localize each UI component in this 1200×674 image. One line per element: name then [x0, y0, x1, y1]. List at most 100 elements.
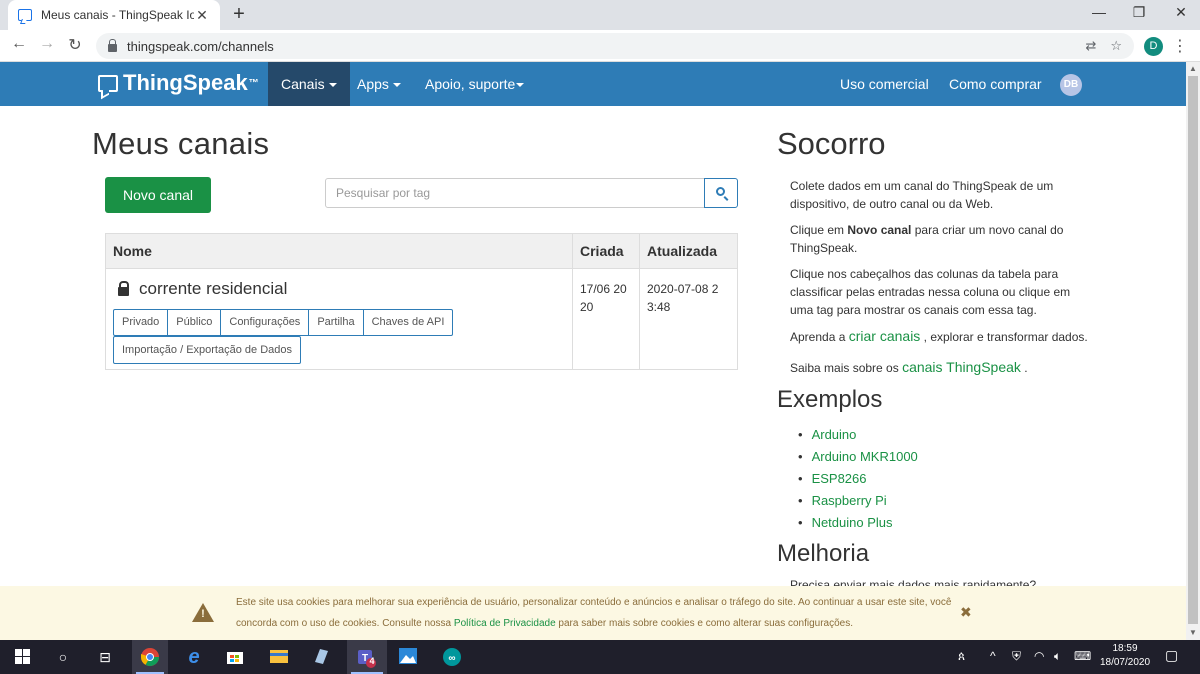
nav-canais[interactable]: Canais — [268, 62, 350, 106]
help-text-3: Clique nos cabeçalhos das colunas da tab… — [790, 267, 1071, 317]
close-window-icon[interactable]: ✕ — [1166, 4, 1196, 21]
action-publico[interactable]: Público — [168, 309, 222, 336]
brand-name: ThingSpeak — [123, 70, 248, 95]
action-configuracoes[interactable]: Configurações — [221, 309, 310, 336]
action-privado[interactable]: Privado — [113, 309, 169, 336]
chevron-up-icon[interactable]: ^ — [990, 649, 996, 663]
channel-name[interactable]: corrente residencial — [113, 279, 565, 299]
action-chaves-api[interactable]: Chaves de API — [363, 309, 454, 336]
chrome-taskbar-item[interactable] — [132, 640, 168, 674]
new-channel-button[interactable]: Novo canal — [105, 177, 211, 213]
channel-name-text: corrente residencial — [139, 279, 288, 298]
cookie-text: Este site usa cookies para melhorar sua … — [236, 592, 956, 634]
brand-logo[interactable]: ThingSpeak ™ — [98, 70, 259, 96]
notes-app-icon[interactable] — [311, 647, 331, 667]
action-import-export[interactable]: Importação / Exportação de Dados — [113, 336, 301, 364]
star-icon[interactable]: ☆ — [1110, 38, 1122, 54]
scroll-up-icon[interactable]: ▲ — [1189, 64, 1197, 73]
site-navbar: ThingSpeak ™ Canais Apps Apoio, suporte U… — [0, 62, 1186, 106]
example-esp8266[interactable]: ESP8266 — [798, 468, 918, 490]
page-scrollbar[interactable]: ▲ ▼ — [1186, 62, 1200, 640]
help-text-2: Clique em Novo canal para criar um novo … — [790, 221, 1090, 257]
cell-updated: 2020-07-08 2 3:48 — [647, 282, 719, 314]
nav-apoio-label: Apoio, suporte — [425, 76, 516, 92]
people-icon[interactable]: ጰ — [958, 649, 965, 664]
caret-down-icon — [392, 83, 401, 88]
example-arduino[interactable]: Arduino — [798, 424, 918, 446]
user-avatar[interactable]: DB — [1060, 74, 1082, 96]
wifi-icon[interactable]: ◠ — [1034, 649, 1044, 663]
windows-taskbar: ○ ⊟ e T 4 ∞ ጰ ^ ⛨ ◠ 🔈︎ ⌨ 18:59 18/07/202… — [0, 640, 1200, 674]
cookie-banner: ! Este site usa cookies para melhorar su… — [0, 586, 1186, 640]
clock-time: 18:59 — [1112, 643, 1138, 654]
nav-apps-label: Apps — [357, 76, 389, 92]
scroll-thumb[interactable] — [1188, 76, 1198, 624]
search-button[interactable] — [704, 178, 738, 208]
new-tab-button[interactable]: + — [228, 3, 250, 26]
privacy-policy-link[interactable]: Política de Privacidade — [454, 618, 556, 629]
address-bar[interactable]: thingspeak.com/channels ⇄ ☆ — [96, 33, 1134, 59]
teams-badge: 4 — [369, 656, 375, 666]
svg-text:∞: ∞ — [448, 653, 455, 664]
header-nome[interactable]: Nome — [106, 234, 573, 268]
minimize-icon[interactable]: — — [1084, 4, 1114, 20]
link-canais-thingspeak[interactable]: canais ThingSpeak — [902, 359, 1021, 375]
nav-apps[interactable]: Apps — [344, 62, 414, 106]
translate-icon[interactable]: ⇄ — [1085, 38, 1096, 54]
browser-toolbar: ← → ↻ thingspeak.com/channels ⇄ ☆ D ⋮ — [0, 30, 1200, 62]
search-input[interactable]: Pesquisar por tag — [325, 178, 705, 208]
edge-icon[interactable]: e — [184, 647, 204, 667]
lock-icon — [118, 280, 129, 296]
store-icon[interactable] — [225, 647, 245, 667]
profile-avatar[interactable]: D — [1144, 37, 1163, 56]
scroll-down-icon[interactable]: ▼ — [1189, 628, 1197, 637]
help-text-5: Saiba mais sobre os canais ThingSpeak . — [790, 358, 1090, 377]
cell-created: 17/06 20 20 — [573, 269, 640, 369]
windows-logo — [14, 649, 30, 664]
chat-bubble-icon — [98, 74, 118, 92]
notifications-icon[interactable]: ▢ — [1165, 647, 1178, 664]
file-explorer-icon[interactable] — [269, 647, 289, 667]
reload-icon[interactable]: ↻ — [64, 35, 86, 55]
improve-title: Melhoria — [777, 540, 870, 567]
table-header: Nome Criada Atualizada — [106, 234, 737, 269]
language-icon[interactable]: ⌨ — [1074, 649, 1091, 663]
example-raspberry-pi[interactable]: Raspberry Pi — [798, 490, 918, 512]
help-text-5-pre: Saiba mais sobre os — [790, 361, 903, 375]
photos-icon[interactable] — [398, 647, 418, 667]
shield-icon[interactable]: ⛨ — [1012, 649, 1021, 664]
help-text-1: Colete dados em um canal do ThingSpeak d… — [790, 179, 1054, 211]
lock-icon — [108, 39, 117, 52]
browser-tab-bar: Meus canais - ThingSpeak IoT ✕ + — ❐ ✕ — [0, 0, 1200, 30]
teams-taskbar-item[interactable]: T 4 — [347, 640, 387, 674]
system-clock[interactable]: 18:59 18/07/2020 — [1094, 642, 1156, 670]
nav-apoio[interactable]: Apoio, suporte — [412, 62, 537, 106]
back-icon[interactable]: ← — [8, 35, 30, 53]
nav-uso-comercial[interactable]: Uso comercial — [827, 62, 942, 106]
more-menu-icon[interactable]: ⋮ — [1172, 36, 1188, 56]
header-criada[interactable]: Criada — [573, 234, 640, 268]
header-atualizada[interactable]: Atualizada — [640, 234, 737, 268]
nav-como-comprar[interactable]: Como comprar — [936, 62, 1055, 106]
channels-table: Nome Criada Atualizada corrente residenc… — [105, 233, 738, 370]
forward-icon[interactable]: → — [36, 35, 58, 53]
brand-tm: ™ — [248, 77, 259, 89]
arduino-icon[interactable]: ∞ — [442, 647, 462, 667]
link-criar-canais[interactable]: criar canais — [849, 328, 921, 344]
search-circle-icon[interactable]: ○ — [53, 647, 73, 667]
task-view-icon[interactable]: ⊟ — [95, 647, 115, 667]
examples-title: Exemplos — [777, 386, 883, 413]
cell-name: corrente residencial Privado Público Con… — [106, 269, 573, 369]
cookie-close-icon[interactable]: ✖ — [960, 604, 972, 621]
url-text: thingspeak.com/channels — [127, 38, 274, 54]
example-arduino-mkr1000[interactable]: Arduino MKR1000 — [798, 446, 918, 468]
volume-icon[interactable]: 🔈︎ — [1054, 649, 1061, 664]
windows-start-icon[interactable] — [12, 647, 32, 667]
warning-mark: ! — [201, 608, 205, 620]
action-partilha[interactable]: Partilha — [309, 309, 364, 336]
browser-tab[interactable]: Meus canais - ThingSpeak IoT ✕ — [8, 0, 220, 30]
restore-icon[interactable]: ❐ — [1124, 4, 1154, 21]
table-row: corrente residencial Privado Público Con… — [106, 269, 737, 369]
example-netduino-plus[interactable]: Netduino Plus — [798, 512, 918, 534]
tab-close-icon[interactable]: ✕ — [194, 7, 210, 24]
